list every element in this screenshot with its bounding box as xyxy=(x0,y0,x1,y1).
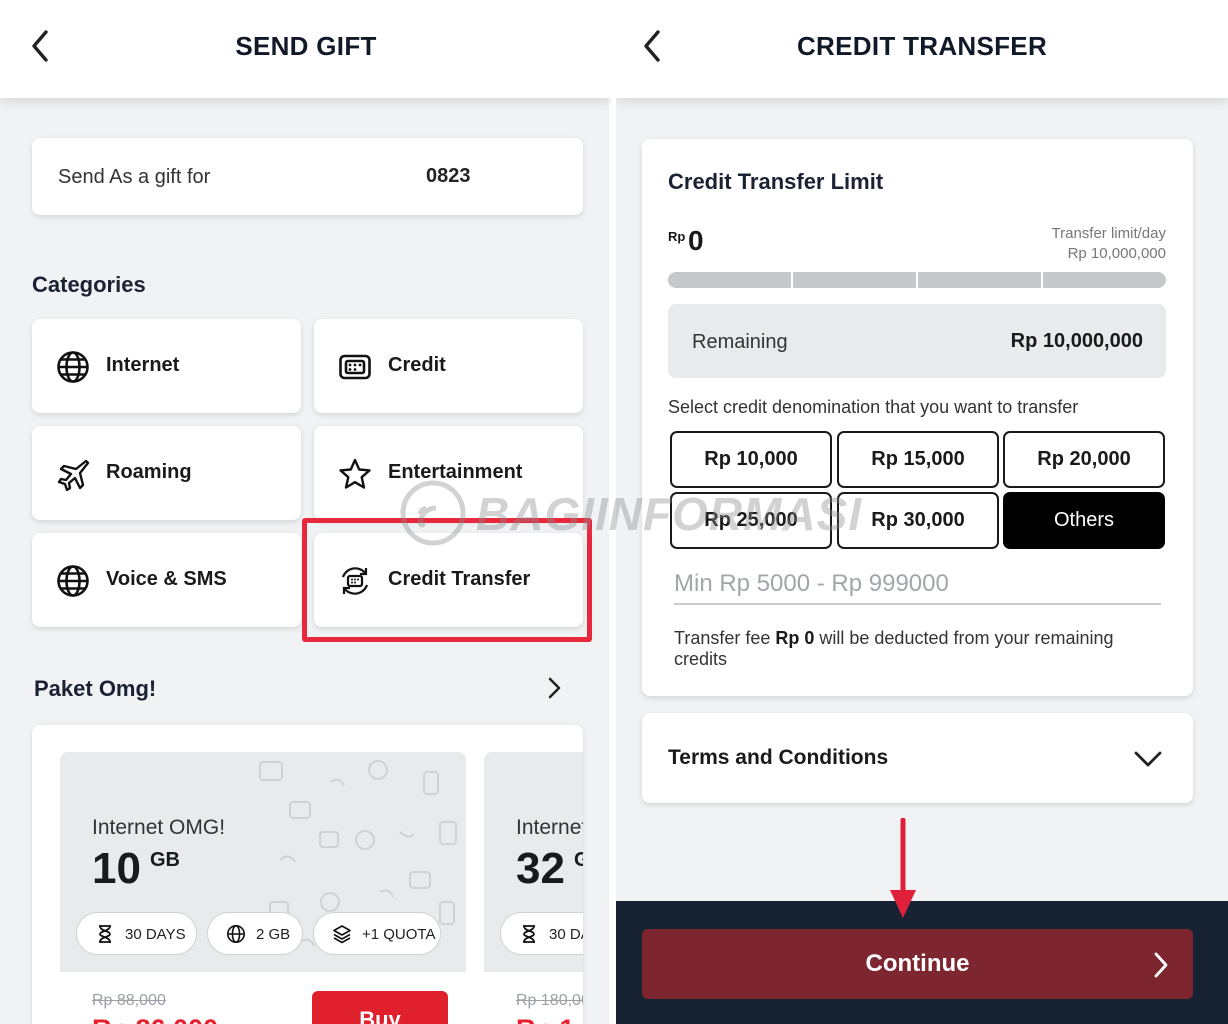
fee-amount: Rp 0 xyxy=(775,628,815,648)
buy-button[interactable]: Buy xyxy=(312,991,448,1024)
transfer-fee-note: Transfer fee Rp 0 will be deducted from … xyxy=(674,628,1164,670)
used-currency: Rp xyxy=(668,229,686,244)
credit-transfer-header: CREDIT TRANSFER xyxy=(616,0,1228,98)
category-label: Voice & SMS xyxy=(106,568,227,590)
credit-transfer-screen: CREDIT TRANSFER Credit Transfer Limit Rp… xyxy=(616,0,1228,1024)
credit-transfer-icon xyxy=(341,567,369,595)
paket-title: Paket Omg! xyxy=(34,676,157,701)
categories-title: Categories xyxy=(32,272,146,297)
denomination-15000[interactable]: Rp 15,000 xyxy=(837,431,999,488)
denomination-25000[interactable]: Rp 25,000 xyxy=(670,492,832,549)
denomination-20000[interactable]: Rp 20,000 xyxy=(1003,431,1165,488)
used-amount: 0 xyxy=(688,225,704,256)
denomination-30000[interactable]: Rp 30,000 xyxy=(837,492,999,549)
limit-bar-segment xyxy=(1043,272,1166,288)
continue-label: Continue xyxy=(865,950,970,977)
package-card[interactable]: Internet OMG! 10 GB 30 DAYS 2 GB +1 QUOT… xyxy=(60,752,466,1024)
layers-icon xyxy=(333,925,351,944)
package-price-area: Rp 88,000 Rp 86,000 Buy xyxy=(60,972,466,1024)
chip-validity: 30 DAYS xyxy=(76,912,197,955)
chip-label: 30 DAYS xyxy=(125,926,186,943)
old-price: Rp 180,000 xyxy=(516,992,583,1009)
category-label: Entertainment xyxy=(388,461,523,483)
category-label: Credit xyxy=(388,354,446,376)
category-label: Internet xyxy=(106,354,180,376)
package-price-area: Rp 180,000 Rp 1 xyxy=(484,972,583,1024)
chip-label: +1 QUOTA xyxy=(362,926,436,943)
remaining-box: Remaining Rp 10,000,000 xyxy=(668,304,1166,378)
globe-icon xyxy=(57,351,89,383)
category-roaming[interactable]: Roaming xyxy=(32,426,301,520)
category-label: Roaming xyxy=(106,461,192,483)
transfer-limit-card: Credit Transfer Limit Rp 0 Transfer limi… xyxy=(642,139,1193,696)
page-title: SEND GIFT xyxy=(235,31,377,61)
price: Rp 86,000 xyxy=(92,1014,218,1024)
chip-label: 30 DAYS xyxy=(549,926,583,943)
star-icon xyxy=(339,458,371,489)
package-size: 10 xyxy=(92,844,141,893)
limit-bar-segment xyxy=(918,272,1041,288)
limit-title: Credit Transfer Limit xyxy=(668,169,884,194)
package-unit: GB xyxy=(150,849,180,871)
send-gift-screen: SEND GIFT Send As a gift for 0823 Catego… xyxy=(0,0,612,1024)
chip-quota: +1 QUOTA xyxy=(313,912,441,955)
hourglass-icon xyxy=(523,925,535,943)
packages-carousel[interactable]: Internet OMG! 10 GB 30 DAYS 2 GB +1 QUOT… xyxy=(32,725,583,1024)
limit-bar-segment xyxy=(668,272,791,288)
credit-icon xyxy=(339,354,371,380)
chip-label: 2 GB xyxy=(256,926,291,943)
package-size: 32 xyxy=(516,844,565,893)
hourglass-icon xyxy=(99,925,111,943)
category-entertainment[interactable]: Entertainment xyxy=(314,426,583,520)
limit-value: Rp 10,000,000 xyxy=(1067,245,1166,262)
chip-data: 2 GB xyxy=(207,912,303,955)
old-price: Rp 88,000 xyxy=(92,992,166,1009)
denomination-instruction: Select credit denomination that you want… xyxy=(668,397,1079,417)
category-credit-transfer[interactable]: Credit Transfer xyxy=(314,533,583,627)
package-name: Internet xyxy=(516,816,583,839)
limit-caption: Transfer limit/day xyxy=(1051,225,1166,242)
category-label: Credit Transfer xyxy=(388,568,531,590)
chevron-down-icon[interactable] xyxy=(1133,750,1163,768)
package-unit: GB xyxy=(574,849,583,871)
globe-icon xyxy=(57,565,89,597)
package-name: Internet OMG! xyxy=(92,816,226,839)
limit-bar-segment xyxy=(793,272,916,288)
amount-input[interactable] xyxy=(674,565,1161,605)
fee-prefix: Transfer fee xyxy=(674,628,776,648)
terms-label: Terms and Conditions xyxy=(668,746,889,769)
page-title: CREDIT TRANSFER xyxy=(796,31,1048,61)
terms-accordion[interactable]: Terms and Conditions xyxy=(642,713,1193,803)
category-voice-sms[interactable]: Voice & SMS xyxy=(32,533,301,627)
gift-recipient-label: Send As a gift for xyxy=(58,166,211,188)
category-credit[interactable]: Credit xyxy=(314,319,583,413)
package-card[interactable]: Internet 32 GB 30 DAYS Rp 180,000 Rp 1 xyxy=(484,752,583,1024)
gift-recipient-card[interactable]: Send As a gift for 0823 xyxy=(32,138,583,215)
denomination-10000[interactable]: Rp 10,000 xyxy=(670,431,832,488)
remaining-value: Rp 10,000,000 xyxy=(1010,330,1143,352)
globe-icon xyxy=(227,925,245,943)
bottom-action-bar: Continue xyxy=(616,901,1228,1024)
category-internet[interactable]: Internet xyxy=(32,319,301,413)
continue-button[interactable]: Continue xyxy=(642,929,1193,999)
price: Rp 1 xyxy=(516,1014,575,1024)
send-gift-header: SEND GIFT xyxy=(0,0,612,98)
chevron-right-icon xyxy=(1154,952,1168,978)
airplane-icon xyxy=(57,459,90,491)
gift-recipient-number: 0823 xyxy=(426,165,471,187)
chip-validity: 30 DAYS xyxy=(500,912,583,955)
remaining-label: Remaining xyxy=(692,331,788,353)
chevron-right-icon[interactable] xyxy=(544,676,564,700)
denomination-others[interactable]: Others xyxy=(1003,492,1165,549)
